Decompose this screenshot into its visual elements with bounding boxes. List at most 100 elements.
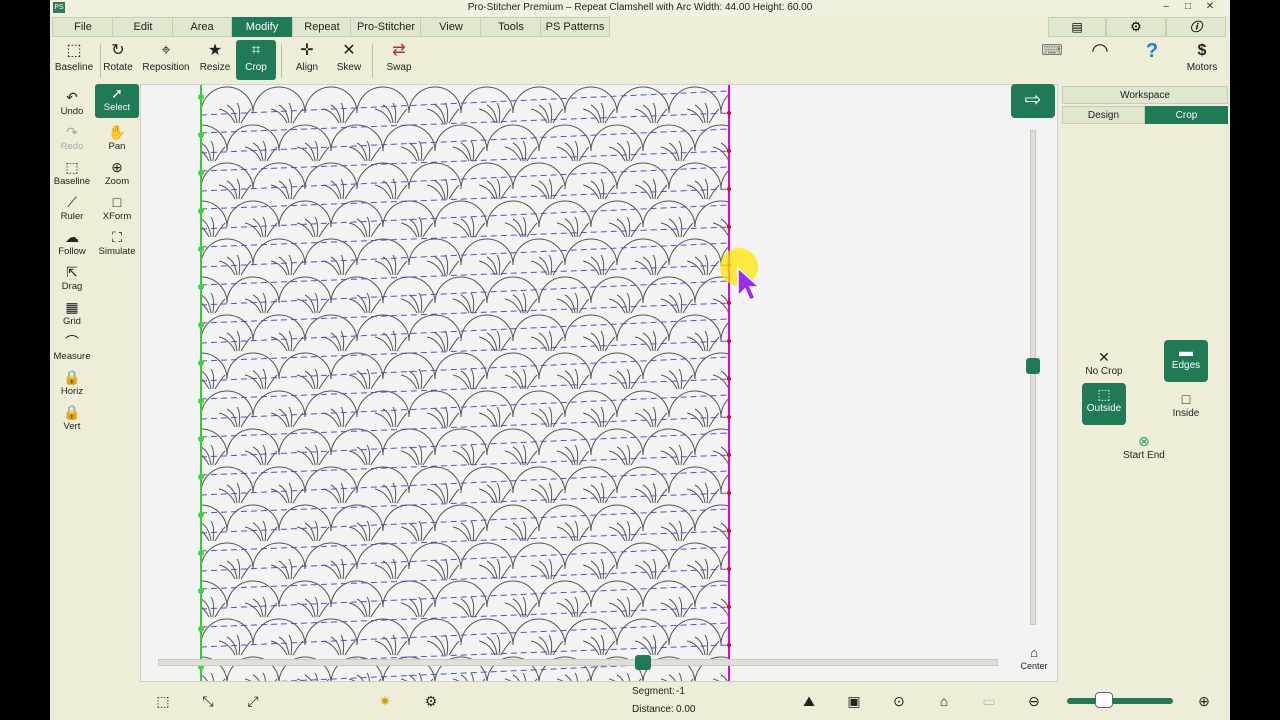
close-button[interactable]: ✕ xyxy=(1200,1,1220,14)
follow-button[interactable]: ☁ Follow xyxy=(50,228,94,262)
ruler-icon: ⟋ xyxy=(67,194,77,210)
horizontal-scrollbar[interactable] xyxy=(158,659,998,666)
select-button[interactable]: ➚ Select xyxy=(95,84,139,118)
tab-edit[interactable]: Edit xyxy=(112,17,174,37)
redo-button[interactable]: ↷ Redo xyxy=(50,123,94,157)
swap-tool-button[interactable]: ⇄ Swap xyxy=(378,40,420,80)
tab-file[interactable]: File xyxy=(52,17,114,37)
select-label: Select xyxy=(103,102,131,113)
xform-button[interactable]: □ XForm xyxy=(95,193,139,227)
align-tool-button[interactable]: ✛ Align xyxy=(286,40,328,80)
start-end-label: Start End xyxy=(1123,450,1165,461)
left-baseline-button[interactable]: ⬚ Baseline xyxy=(50,158,94,192)
help-question-icon: ? xyxy=(1145,40,1159,62)
stitch-settings-icon[interactable]: ⚙ xyxy=(420,690,442,712)
view-pattern-icon[interactable]: ⛰ xyxy=(798,690,820,712)
tab-tools[interactable]: Tools xyxy=(480,17,542,37)
measure-button[interactable]: ⌒ Measure xyxy=(50,333,94,367)
vertical-scrollbar[interactable] xyxy=(1030,130,1036,625)
center-button[interactable]: ⌂ Center xyxy=(1016,645,1052,675)
minimize-button[interactable]: – xyxy=(1156,1,1176,14)
pan-label: Pan xyxy=(108,141,126,152)
crop-tool-button[interactable]: ⌗ Crop xyxy=(236,40,276,80)
settings-gear-icon[interactable]: ⚙ xyxy=(1106,17,1166,37)
window-title: Pro-Stitcher Premium – Repeat Clamshell … xyxy=(467,2,813,13)
simulate-button[interactable]: ⛶ Simulate xyxy=(95,228,139,262)
zoom-in-icon[interactable]: ⊕ xyxy=(1193,690,1215,712)
undo-label: Undo xyxy=(60,106,84,117)
reposition-tool-button[interactable]: ⌖ Reposition xyxy=(140,40,192,80)
tab-ps-patterns[interactable]: PS Patterns xyxy=(540,17,610,37)
outside-button[interactable]: ⬚ Outside xyxy=(1082,383,1126,425)
wifi-button[interactable]: ◠ xyxy=(1080,40,1120,80)
help-button[interactable]: ? xyxy=(1132,40,1172,80)
forward-arrow-button[interactable]: ⇨ xyxy=(1011,84,1055,118)
vertical-scroll-thumb[interactable] xyxy=(1026,358,1040,374)
tab-repeat[interactable]: Repeat xyxy=(292,17,352,37)
drag-button[interactable]: ⇱ Drag xyxy=(50,263,94,297)
align-icon: ✛ xyxy=(300,42,314,59)
start-end-button[interactable]: ⊗ Start End xyxy=(1118,430,1170,470)
baseline-label: Baseline xyxy=(53,176,91,187)
edges-icon: ▬ xyxy=(1179,343,1193,359)
horizontal-scroll-thumb[interactable] xyxy=(635,655,651,670)
horiz-lock-button[interactable]: 🔒 Horiz xyxy=(50,368,94,402)
baseline-tool-button[interactable]: ⬚ Baseline xyxy=(52,40,96,80)
measure-icon: ⌒ xyxy=(65,334,79,350)
zoom-fit-icon[interactable]: ⊙ xyxy=(888,690,910,712)
ruler-button[interactable]: ⟋ Ruler xyxy=(50,193,94,227)
right-panel: Workspace Design Crop ✕ No Crop ▬ Edges … xyxy=(1060,84,1228,682)
xform-icon: □ xyxy=(112,194,122,210)
edges-button[interactable]: ▬ Edges xyxy=(1164,340,1208,382)
motors-button[interactable]: $ Motors xyxy=(1182,40,1222,80)
zoom-out-icon[interactable]: ⊖ xyxy=(1023,690,1045,712)
no-crop-button[interactable]: ✕ No Crop xyxy=(1082,346,1126,386)
rotate-tool-button[interactable]: ↻ Rotate xyxy=(98,40,138,80)
select-mode-icon[interactable]: ⬚ xyxy=(152,690,174,712)
tab-crop[interactable]: Crop xyxy=(1145,106,1228,124)
zoom-slider-thumb[interactable] xyxy=(1095,692,1113,708)
keyboard-button[interactable]: ⌨ xyxy=(1032,40,1072,80)
vert-lock-button[interactable]: 🔒 Vert xyxy=(50,403,94,437)
baseline-icon: ⬚ xyxy=(66,42,82,59)
pan-button[interactable]: ✋ Pan xyxy=(95,123,139,157)
motors-icon: $ xyxy=(1197,42,1207,59)
keyboard-icon: ⌨ xyxy=(1041,42,1063,59)
pan-icon: ✋ xyxy=(108,124,126,140)
tab-view[interactable]: View xyxy=(420,17,482,37)
tab-area[interactable]: Area xyxy=(172,17,232,37)
undo-button[interactable]: ↶ Undo xyxy=(50,88,94,122)
inside-button[interactable]: □ Inside xyxy=(1164,388,1208,428)
node-select-icon[interactable]: ⤡ xyxy=(197,690,219,712)
crop-icon: ⌗ xyxy=(251,42,261,59)
separator xyxy=(281,44,282,78)
disabled-view-icon[interactable]: ▭ xyxy=(978,690,1000,712)
design-canvas[interactable] xyxy=(140,84,1058,682)
status-bar: ⬚ ⤡ ⤢ ✷ ⚙ Segment: -1 Distance: 0.00 ⛰ ▣… xyxy=(50,684,1230,720)
tool-label: Reposition xyxy=(142,62,190,73)
vert-label: Vert xyxy=(63,421,81,432)
zoom-slider-track[interactable] xyxy=(1067,698,1173,704)
lock-horizontal-icon: 🔒 xyxy=(63,369,81,385)
manual-icon[interactable]: ▤ xyxy=(1048,17,1106,37)
skew-tool-button[interactable]: ✕ Skew xyxy=(328,40,370,80)
drag-icon: ⇱ xyxy=(66,264,78,280)
tab-pro-stitcher[interactable]: Pro-Stitcher xyxy=(350,17,422,37)
home-icon: ⌂ xyxy=(1030,645,1038,660)
maximize-button[interactable]: □ xyxy=(1178,1,1198,14)
xform-label: XForm xyxy=(102,211,132,222)
center-label: Center xyxy=(1020,661,1048,671)
tab-design[interactable]: Design xyxy=(1062,106,1145,124)
multi-select-icon[interactable]: ⤢ xyxy=(242,690,264,712)
grid-button[interactable]: ▦ Grid xyxy=(50,298,94,332)
magic-wand-icon[interactable]: ✷ xyxy=(374,690,396,712)
workspace-tab[interactable]: Workspace xyxy=(1062,86,1228,104)
zoom-button[interactable]: ⊕ Zoom xyxy=(95,158,139,192)
info-icon[interactable]: ⓘ xyxy=(1166,17,1226,37)
home-view-icon[interactable]: ⌂ xyxy=(933,690,955,712)
follow-icon: ☁ xyxy=(65,229,79,245)
resize-tool-button[interactable]: ★ Resize xyxy=(194,40,236,80)
distance-value: 0.00 xyxy=(676,704,696,715)
view-image-icon[interactable]: ▣ xyxy=(843,690,865,712)
tab-modify[interactable]: Modify xyxy=(232,17,292,37)
